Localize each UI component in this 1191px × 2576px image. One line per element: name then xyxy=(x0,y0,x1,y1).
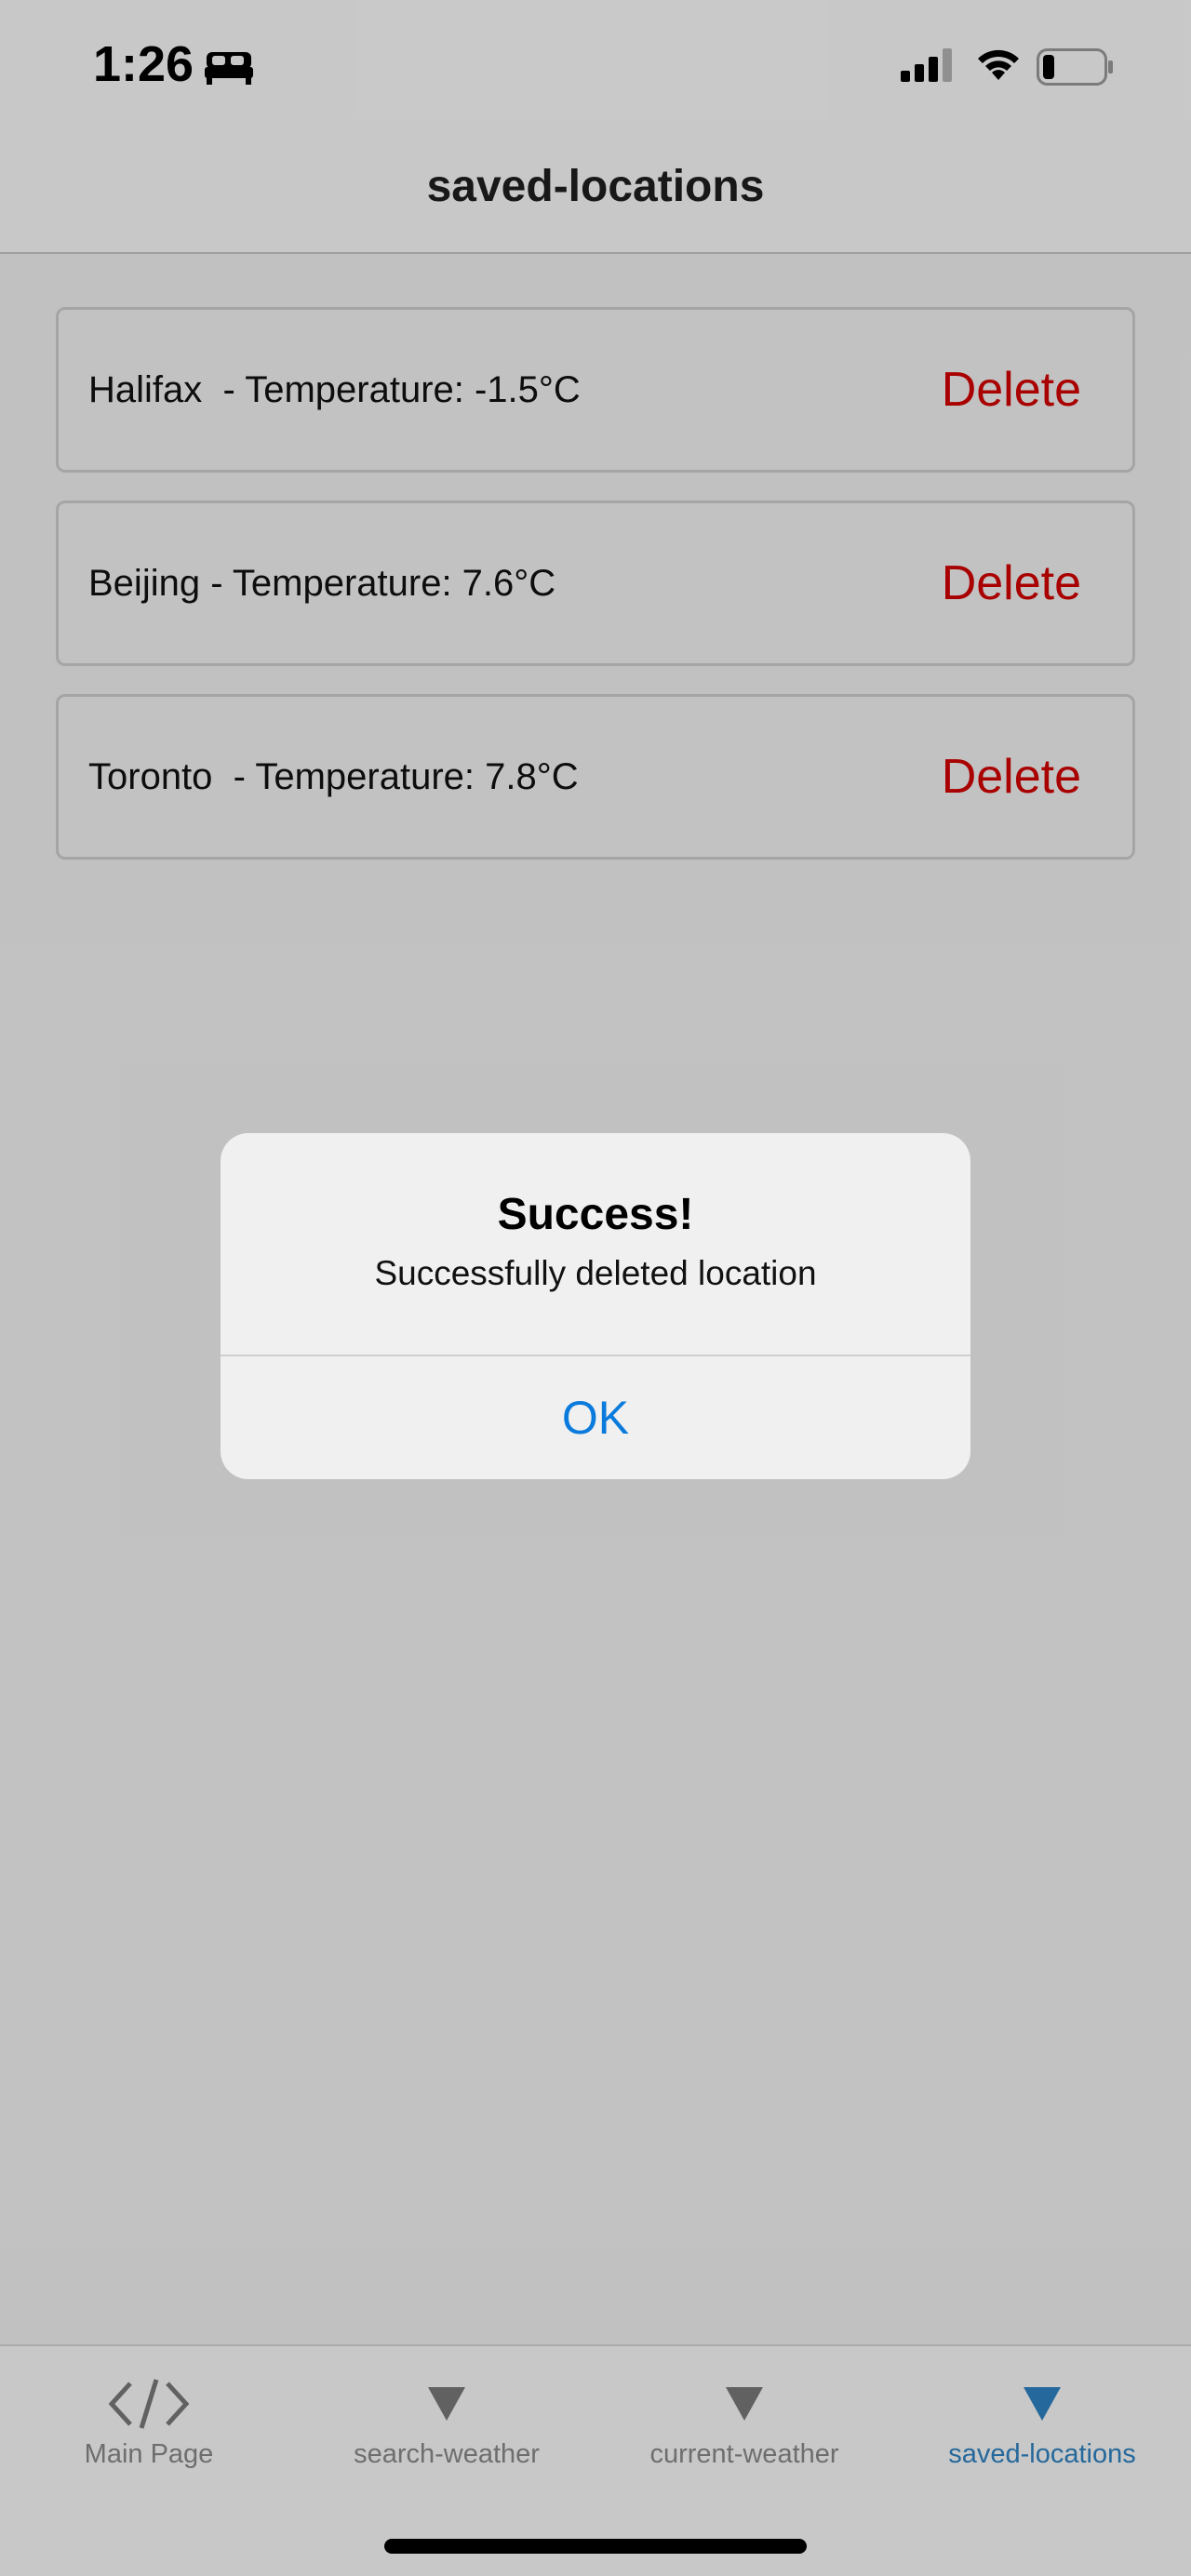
alert-title: Success! xyxy=(497,1190,694,1239)
ok-button[interactable]: OK xyxy=(221,1356,970,1479)
app-screen: 1:26 saved-locations Halifax - Temperatu… xyxy=(0,0,1191,2576)
alert-message: Successfully deleted location xyxy=(374,1254,817,1292)
alert-dialog: Success! Successfully deleted location O… xyxy=(221,1133,970,1479)
